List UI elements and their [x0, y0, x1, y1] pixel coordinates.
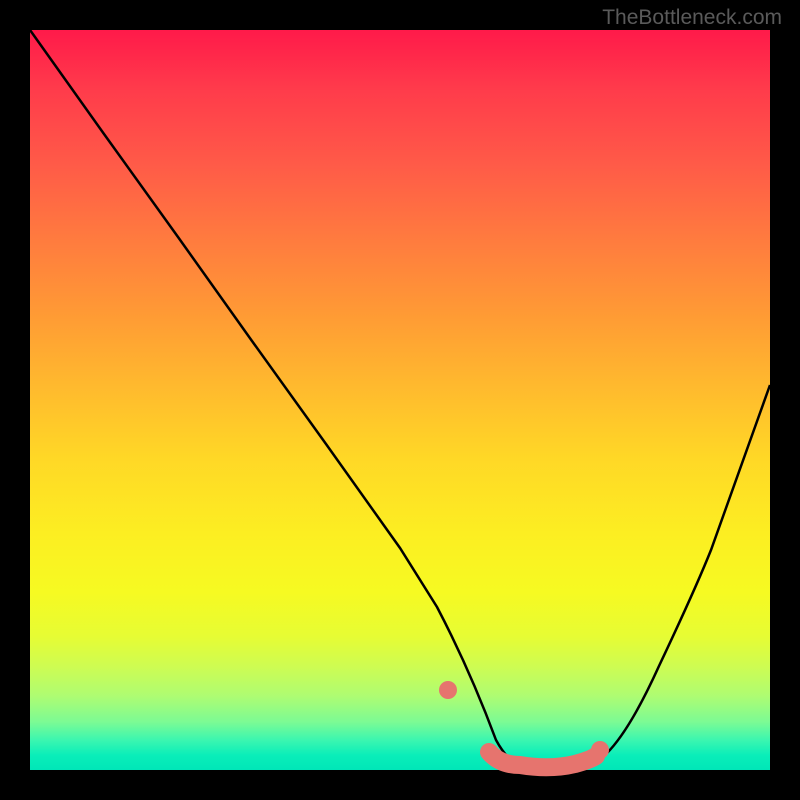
watermark-text: TheBottleneck.com — [602, 6, 782, 30]
highlight-dot-right — [591, 741, 609, 759]
chart-container: TheBottleneck.com — [0, 0, 800, 800]
plot-area — [30, 30, 770, 770]
chart-svg — [30, 30, 770, 770]
highlight-dot-upper — [439, 681, 457, 699]
highlight-valley — [489, 752, 596, 767]
bottleneck-curve — [30, 30, 770, 767]
